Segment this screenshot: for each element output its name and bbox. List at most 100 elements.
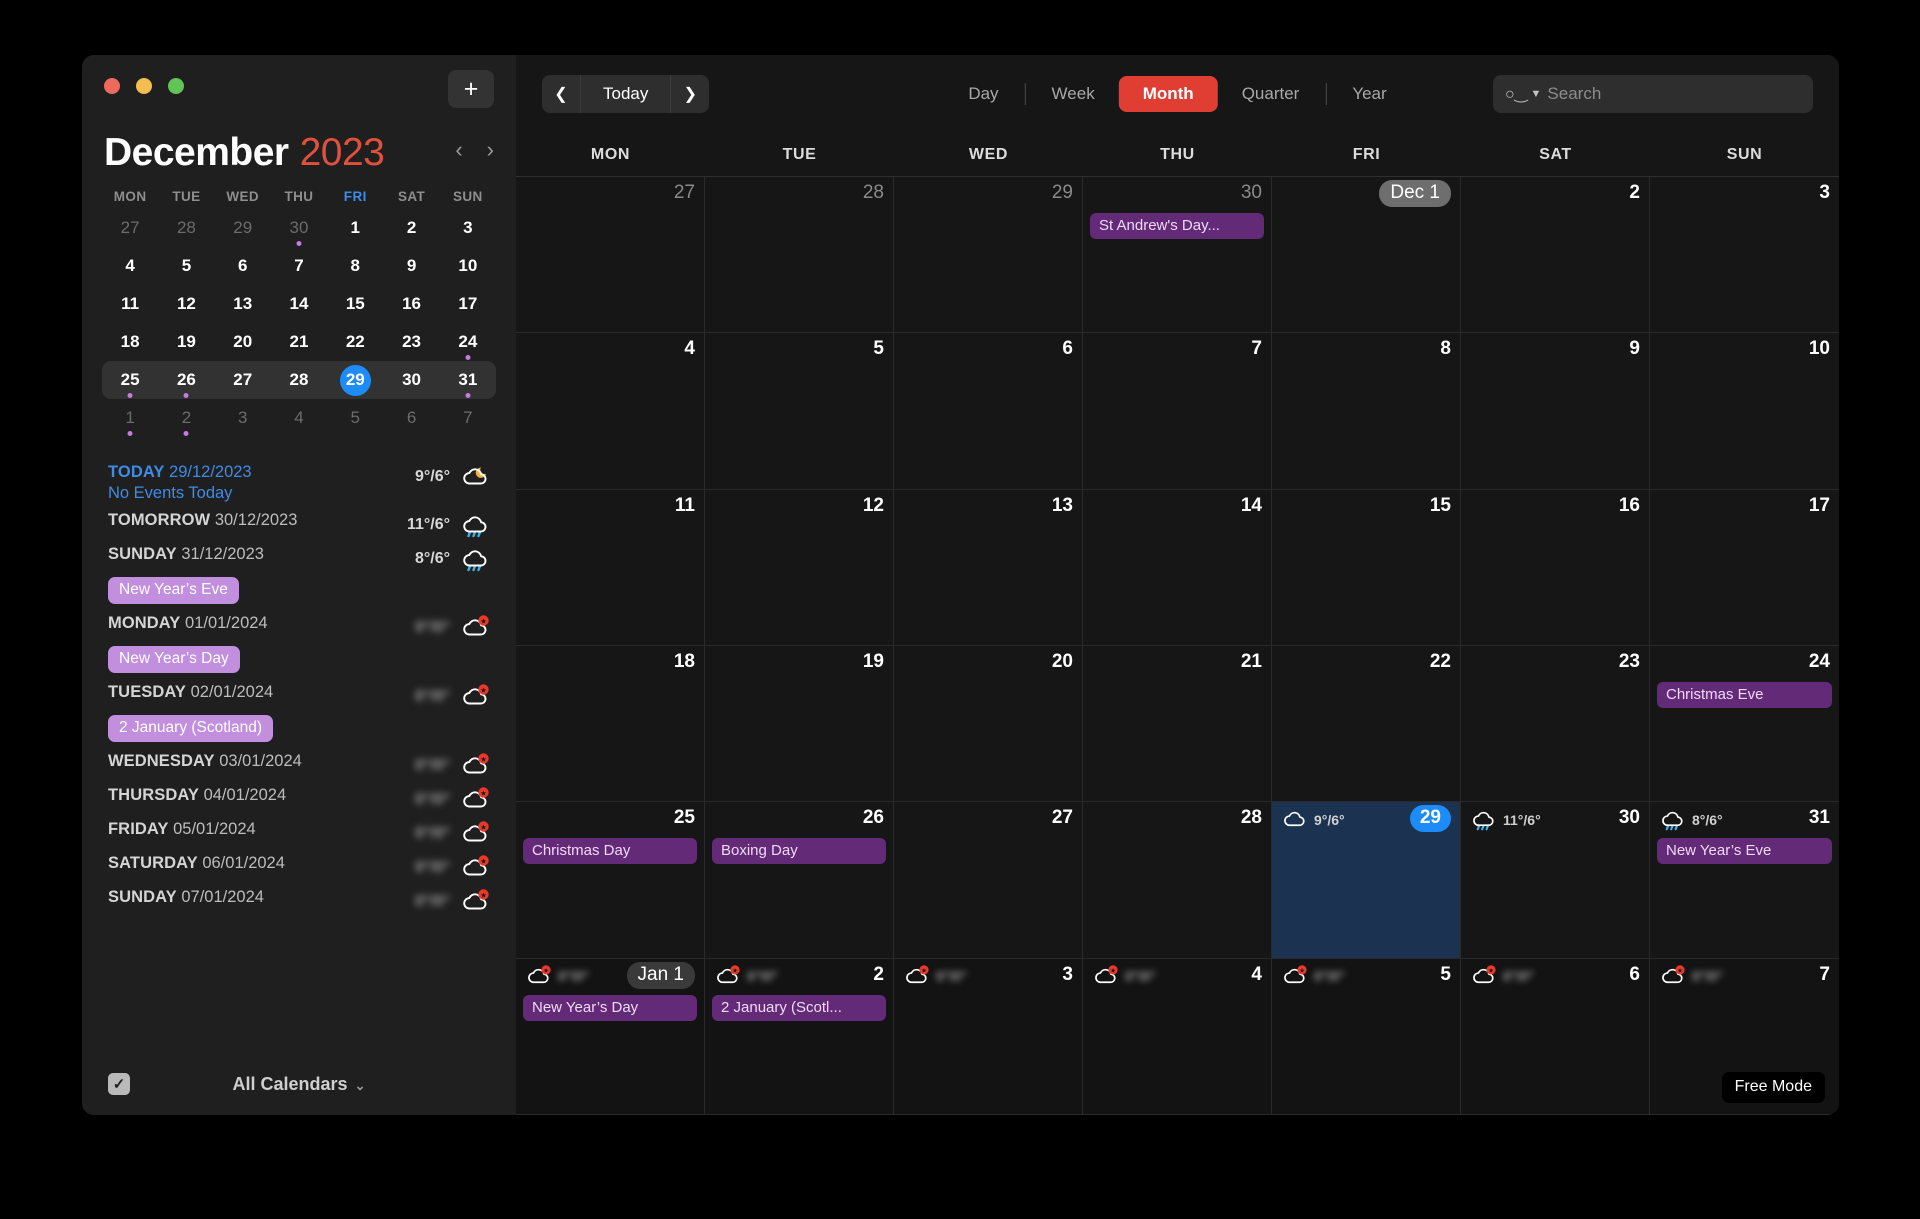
calendar-event-chip[interactable]: Christmas Day bbox=[523, 838, 697, 864]
calendar-event-chip[interactable]: 2 January (Scotl... bbox=[712, 995, 886, 1021]
event-holiday-chip[interactable]: 2 January (Scotland) bbox=[108, 715, 273, 742]
mini-day-cell[interactable]: 3 bbox=[440, 209, 496, 247]
mini-day-cell[interactable]: 17 bbox=[440, 285, 496, 323]
search-box[interactable]: ○‿ ▼ Search bbox=[1493, 75, 1813, 113]
calendar-day-cell[interactable]: 28 bbox=[705, 177, 894, 333]
calendar-day-cell[interactable]: 28 bbox=[1083, 802, 1272, 958]
mini-day-cell[interactable]: 1 bbox=[327, 209, 383, 247]
all-calendars-dropdown[interactable]: All Calendars⌄ bbox=[108, 1074, 490, 1095]
mini-day-cell[interactable]: 29 bbox=[327, 361, 383, 399]
mini-day-cell[interactable]: 22 bbox=[327, 323, 383, 361]
add-event-button[interactable]: + bbox=[448, 70, 494, 108]
mini-day-cell[interactable]: 12 bbox=[158, 285, 214, 323]
mini-day-cell[interactable]: 16 bbox=[383, 285, 439, 323]
calendar-day-cell[interactable]: 30St Andrew's Day... bbox=[1083, 177, 1272, 333]
calendar-day-cell[interactable]: 29 bbox=[894, 177, 1083, 333]
calendar-day-cell[interactable]: 15 bbox=[1272, 490, 1461, 646]
close-button[interactable] bbox=[104, 78, 120, 94]
mini-day-cell[interactable]: 7 bbox=[440, 399, 496, 437]
calendar-day-cell[interactable]: 8 bbox=[1272, 333, 1461, 489]
mini-day-cell[interactable]: 21 bbox=[271, 323, 327, 361]
event-list-item[interactable]: THURSDAY 04/01/20240°/0°★ bbox=[108, 782, 490, 816]
prev-period-button[interactable]: ❮ bbox=[542, 75, 580, 113]
calendar-day-cell[interactable]: 26Boxing Day bbox=[705, 802, 894, 958]
calendar-day-cell[interactable]: 23 bbox=[1461, 646, 1650, 802]
minimize-button[interactable] bbox=[136, 78, 152, 94]
calendar-event-chip[interactable]: New Year’s Day bbox=[523, 995, 697, 1021]
mini-day-cell[interactable]: 24 bbox=[440, 323, 496, 361]
mini-day-cell[interactable]: 23 bbox=[383, 323, 439, 361]
mini-day-cell[interactable]: 5 bbox=[327, 399, 383, 437]
mini-day-cell[interactable]: 6 bbox=[215, 247, 271, 285]
calendar-day-cell[interactable]: 18 bbox=[516, 646, 705, 802]
mini-day-cell[interactable]: 15 bbox=[327, 285, 383, 323]
event-list-item[interactable]: SUNDAY 31/12/20238°/6° bbox=[108, 541, 490, 575]
calendar-day-cell[interactable]: 13 bbox=[894, 490, 1083, 646]
chevron-right-icon[interactable]: › bbox=[487, 139, 494, 161]
calendar-day-cell[interactable]: 21 bbox=[1083, 646, 1272, 802]
event-holiday-chip[interactable]: New Year’s Eve bbox=[108, 577, 239, 604]
mini-day-cell[interactable]: 4 bbox=[271, 399, 327, 437]
calendar-day-cell[interactable]: Dec 1 bbox=[1272, 177, 1461, 333]
calendar-day-cell[interactable]: 25Christmas Day bbox=[516, 802, 705, 958]
calendar-day-cell[interactable]: ★0°/0°22 January (Scotl... bbox=[705, 959, 894, 1115]
event-list-item[interactable]: WEDNESDAY 03/01/20240°/0°★ bbox=[108, 748, 490, 782]
mini-day-cell[interactable]: 4 bbox=[102, 247, 158, 285]
calendar-day-cell[interactable]: 8°/6°31New Year’s Eve bbox=[1650, 802, 1839, 958]
mini-day-cell[interactable]: 30 bbox=[271, 209, 327, 247]
view-tab-quarter[interactable]: Quarter bbox=[1218, 76, 1324, 112]
calendar-day-cell[interactable]: 22 bbox=[1272, 646, 1461, 802]
mini-day-cell[interactable]: 30 bbox=[383, 361, 439, 399]
event-list-item[interactable]: TUESDAY 02/01/20240°/0°★ bbox=[108, 679, 490, 713]
event-list-item[interactable]: FRIDAY 05/01/20240°/0°★ bbox=[108, 816, 490, 850]
event-list-item[interactable]: TOMORROW 30/12/202311°/6° bbox=[108, 507, 490, 541]
event-list-item[interactable]: TODAY 29/12/2023No Events Today9°/6° bbox=[108, 459, 490, 507]
calendar-day-cell[interactable]: 9°/6°29 bbox=[1272, 802, 1461, 958]
zoom-button[interactable] bbox=[168, 78, 184, 94]
chevron-down-icon[interactable]: ▼ bbox=[1531, 88, 1542, 100]
calendar-day-cell[interactable]: ★0°/0°5 bbox=[1272, 959, 1461, 1115]
calendar-day-cell[interactable]: 9 bbox=[1461, 333, 1650, 489]
calendar-event-chip[interactable]: New Year’s Eve bbox=[1657, 838, 1832, 864]
mini-day-cell[interactable]: 7 bbox=[271, 247, 327, 285]
calendar-day-cell[interactable]: 14 bbox=[1083, 490, 1272, 646]
today-button[interactable]: Today bbox=[580, 75, 671, 113]
event-holiday-chip[interactable]: New Year’s Day bbox=[108, 646, 240, 673]
mini-day-cell[interactable]: 26 bbox=[158, 361, 214, 399]
calendar-day-cell[interactable]: 11°/6°30 bbox=[1461, 802, 1650, 958]
mini-day-cell[interactable]: 28 bbox=[271, 361, 327, 399]
mini-day-cell[interactable]: 31 bbox=[440, 361, 496, 399]
calendar-day-cell[interactable]: 19 bbox=[705, 646, 894, 802]
free-mode-badge[interactable]: Free Mode bbox=[1722, 1072, 1825, 1103]
mini-day-cell[interactable]: 2 bbox=[383, 209, 439, 247]
mini-day-cell[interactable]: 27 bbox=[102, 209, 158, 247]
mini-day-cell[interactable]: 5 bbox=[158, 247, 214, 285]
view-tab-year[interactable]: Year bbox=[1328, 76, 1410, 112]
calendar-day-cell[interactable]: 7 bbox=[1083, 333, 1272, 489]
mini-day-cell[interactable]: 29 bbox=[215, 209, 271, 247]
mini-day-cell[interactable]: 3 bbox=[215, 399, 271, 437]
mini-day-cell[interactable]: 10 bbox=[440, 247, 496, 285]
mini-day-cell[interactable]: 28 bbox=[158, 209, 214, 247]
calendar-day-cell[interactable]: 20 bbox=[894, 646, 1083, 802]
calendar-day-cell[interactable]: 11 bbox=[516, 490, 705, 646]
event-list-item[interactable]: SATURDAY 06/01/20240°/0°★ bbox=[108, 850, 490, 884]
calendar-day-cell[interactable]: 17 bbox=[1650, 490, 1839, 646]
calendar-day-cell[interactable]: 5 bbox=[705, 333, 894, 489]
mini-day-cell[interactable]: 27 bbox=[215, 361, 271, 399]
calendar-day-cell[interactable]: 10 bbox=[1650, 333, 1839, 489]
calendar-day-cell[interactable]: ★0°/0°6 bbox=[1461, 959, 1650, 1115]
calendar-day-cell[interactable]: 27 bbox=[516, 177, 705, 333]
calendar-day-cell[interactable]: 27 bbox=[894, 802, 1083, 958]
calendar-day-cell[interactable]: ★0°/0°Jan 1New Year’s Day bbox=[516, 959, 705, 1115]
mini-day-cell[interactable]: 1 bbox=[102, 399, 158, 437]
mini-day-cell[interactable]: 13 bbox=[215, 285, 271, 323]
view-tab-month[interactable]: Month bbox=[1119, 76, 1218, 112]
calendar-event-chip[interactable]: St Andrew's Day... bbox=[1090, 213, 1264, 239]
mini-day-cell[interactable]: 14 bbox=[271, 285, 327, 323]
mini-day-cell[interactable]: 2 bbox=[158, 399, 214, 437]
next-period-button[interactable]: ❯ bbox=[671, 75, 709, 113]
calendar-day-cell[interactable]: 6 bbox=[894, 333, 1083, 489]
calendar-day-cell[interactable]: 3 bbox=[1650, 177, 1839, 333]
chevron-left-icon[interactable]: ‹ bbox=[455, 139, 462, 161]
